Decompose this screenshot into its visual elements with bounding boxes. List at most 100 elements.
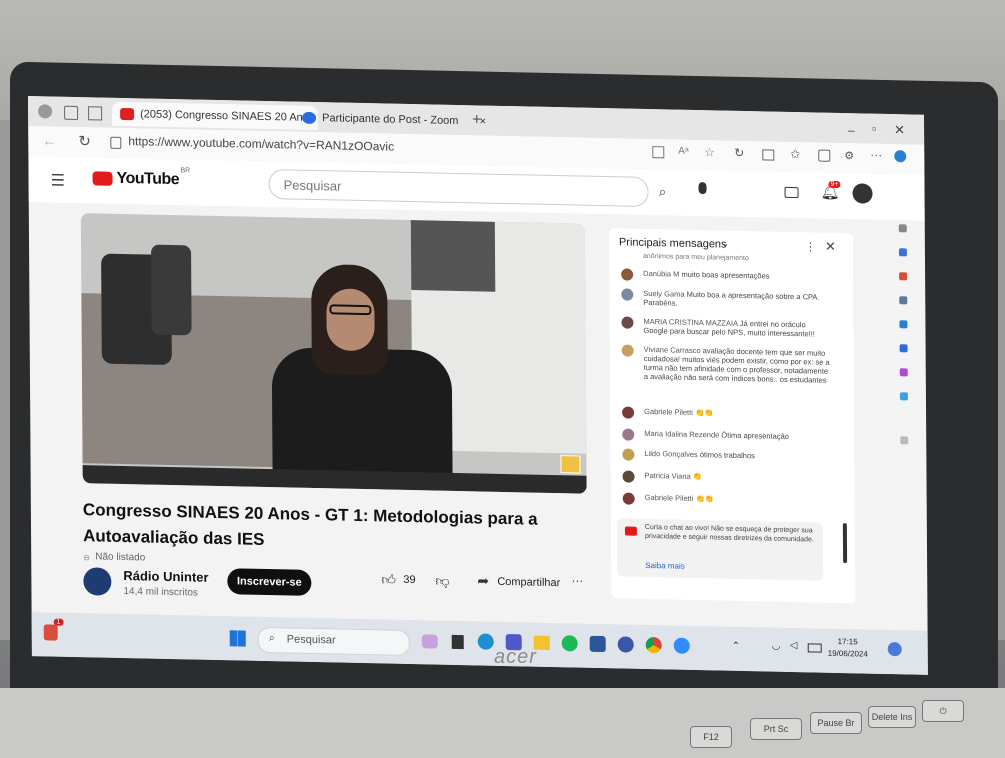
taskbar-search-input[interactable]: ⌕ Pesquisar [257,626,410,657]
clock-date[interactable]: 19/06/2024 [828,649,868,659]
edge-taskbar-icon[interactable] [477,633,494,650]
message-text: 👏 [692,471,703,482]
more-icon[interactable]: ··· [870,148,882,162]
video-window-pane [410,220,496,292]
volume-icon[interactable]: ◁ [790,640,798,651]
avatar [621,316,634,329]
subscribe-button[interactable]: Inscrever-se [227,568,312,596]
chat-cut-message: anônimos para meu planejamento [642,252,749,263]
wifi-icon[interactable]: ◡ [772,641,781,652]
weather-widget-icon[interactable] [43,624,58,641]
workspaces-icon[interactable] [64,105,79,121]
search-icon[interactable]: ⌕ [659,183,667,200]
battery-icon[interactable] [807,643,822,653]
channel-name[interactable]: Rádio Uninter [123,568,208,585]
search-sidebar-icon[interactable] [898,224,907,233]
split-screen-icon[interactable] [762,149,775,161]
copilot-taskbar-icon[interactable] [421,634,438,649]
video-player[interactable] [80,213,587,494]
favorite-star-icon[interactable]: ☆ [704,145,715,159]
start-icon[interactable] [229,630,246,647]
reader-icon[interactable] [652,146,665,159]
region-label: BR [180,167,191,175]
shopping-icon[interactable] [898,248,907,257]
add-sidebar-icon[interactable] [900,436,909,445]
channel-avatar[interactable] [83,567,112,596]
share-icon[interactable]: ➦ [477,572,489,589]
chevron-down-icon[interactable]: ⌄ [721,239,729,250]
speaker-face [326,288,375,352]
minimize-icon[interactable]: – [848,123,855,137]
youtube-logo-icon[interactable] [92,171,113,186]
copilot-icon[interactable] [894,150,907,163]
account-avatar[interactable] [852,183,873,204]
notification-center-icon[interactable] [887,642,902,657]
extensions-icon[interactable]: ⚙ [844,149,854,162]
message-text: 👏👏 [695,493,715,504]
message-author: Gabriele Piletti [644,406,693,417]
reload-icon[interactable]: ↻ [78,132,91,150]
spotify-icon[interactable] [561,635,578,652]
tray-chevron-icon[interactable]: ⌃ [732,641,740,652]
chat-more-icon[interactable]: ⋮ [805,240,816,253]
learn-more-link[interactable]: Saiba mais [645,561,685,571]
hamburger-menu-icon[interactable]: ☰ [51,170,65,190]
chat-close-icon[interactable]: ✕ [825,239,836,255]
chat-scrollbar[interactable] [842,523,848,564]
office-icon[interactable] [899,320,908,329]
taskbar-search-text: Pesquisar [286,633,336,647]
create-icon[interactable] [784,186,799,199]
keyboard-key: Prt Sc [750,718,802,740]
outlook-icon[interactable] [899,344,908,353]
word-icon[interactable] [589,635,606,653]
clock-time[interactable]: 17:15 [838,637,858,646]
youtube-logo-text[interactable]: YouTube [117,170,180,189]
tab-actions-icon[interactable] [88,106,103,121]
app-icon[interactable] [617,636,634,653]
video-chair [151,244,192,336]
youtube-search-input[interactable]: Pesquisar [268,169,649,208]
maximize-icon[interactable]: ▫ [872,122,876,136]
tab-zoom[interactable]: Participante do Post - Zoom × [294,106,492,134]
share-button[interactable]: Compartilhar [497,576,560,589]
close-window-icon[interactable]: ✕ [894,122,905,138]
zoom-taskbar-icon[interactable] [673,637,690,654]
unlisted-icon: ⊖ [83,553,90,563]
like-count: 39 [403,573,416,587]
avatar [622,406,635,419]
chat-message: Gabriele Piletti 👏👏 [622,406,832,419]
profile-icon[interactable] [38,104,53,119]
designer-icon[interactable] [899,368,908,377]
refresh-ext-icon[interactable]: ↻ [734,146,744,160]
chrome-icon[interactable] [645,636,662,654]
chat-header[interactable]: Principais mensagens [619,236,727,250]
keyboard-key: Delete Ins [868,706,916,728]
read-aloud-icon[interactable]: Aᵃ [678,146,688,157]
dislike-icon[interactable]: 👎︎ [435,573,449,590]
keyboard-key: F12 [690,726,732,748]
telegram-icon[interactable] [899,392,908,401]
task-view-icon[interactable] [451,634,464,650]
like-icon[interactable]: 👍︎ [381,571,396,588]
games-icon[interactable] [899,296,908,305]
chat-message: Maria Idalina Rezende Ótima apresentação [622,428,832,441]
back-icon[interactable]: ← [42,132,56,148]
favorites-icon[interactable]: ✩ [790,147,800,161]
message-text: 👏👏 [694,407,714,418]
url-field[interactable]: https://www.youtube.com/watch?v=RAN1zOOa… [128,134,394,154]
collections-icon[interactable] [818,149,831,162]
avatar [622,492,635,505]
zoom-favicon-icon [302,111,317,125]
visibility-label: Não listado [95,551,146,564]
speaker-glasses [329,304,372,316]
new-tab-button[interactable]: + [472,111,481,129]
tools-icon[interactable] [899,272,908,281]
message-author: Lildo Gonçalves [644,448,698,460]
video-title: Congresso SINAES 20 Anos - GT 1: Metodol… [82,500,538,549]
live-chat-panel: Principais mensagens ⌄ ⋮ ✕ anônimos para… [608,228,856,604]
message-text: Ótima apresentação [721,430,789,441]
microphone-icon[interactable] [698,182,707,195]
avatar [622,428,635,441]
tab-youtube[interactable]: (2053) Congresso SINAES 20 Ano × [112,101,319,131]
more-actions-button[interactable]: ··· [571,573,583,587]
